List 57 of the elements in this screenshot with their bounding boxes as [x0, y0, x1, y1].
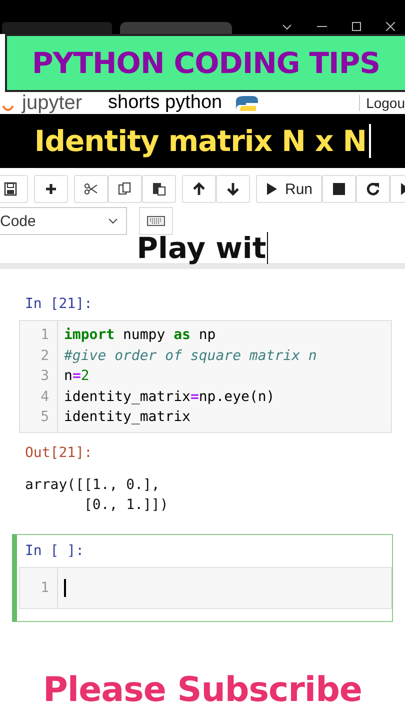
text-cursor [368, 124, 371, 158]
restart-button[interactable] [356, 175, 390, 203]
line-number: 5 [40, 408, 49, 427]
interrupt-button[interactable] [322, 175, 356, 203]
move-up-button[interactable] [182, 175, 216, 203]
logo-icon [2, 105, 14, 111]
line-number: 1 [40, 578, 49, 598]
close-icon[interactable] [386, 22, 395, 31]
insert-cell-button[interactable] [34, 175, 68, 203]
logout-button[interactable]: Logou [359, 95, 405, 111]
code-line: import numpy as np [64, 326, 217, 345]
text-cursor [64, 578, 66, 597]
caption-text: Play wit [136, 231, 266, 265]
minimize-icon[interactable] [317, 26, 327, 28]
text-cursor [267, 232, 268, 264]
input-prompt: In [21]: [24, 296, 94, 314]
paste-icon [152, 182, 166, 196]
code-line: n=2 [64, 367, 90, 386]
restart-icon [366, 182, 380, 196]
banner-text: Please Subscribe [43, 670, 362, 710]
chevron-down-icon[interactable] [282, 24, 292, 30]
arrow-down-icon [226, 182, 240, 196]
copy-icon [118, 182, 132, 196]
line-number: 1 [40, 326, 49, 345]
maximize-icon[interactable] [352, 22, 361, 31]
save-button[interactable] [0, 175, 28, 203]
code-editor[interactable]: 1 2 3 4 5 import numpy as np #give order of square matrix n n=2 identity_matrix=np.eye(n) identity_matrix [19, 320, 392, 432]
play-icon [265, 182, 279, 196]
input-prompt: In [ ]: [24, 542, 86, 560]
stop-icon [332, 182, 346, 196]
line-number: 3 [40, 367, 49, 386]
keyboard-button[interactable] [139, 207, 173, 235]
banner-text: PYTHON CODING TIPS [32, 46, 380, 80]
output-prompt: Out[21]: [24, 444, 94, 460]
save-icon [4, 182, 18, 196]
line-number: 2 [40, 346, 49, 366]
cell-type-dropdown[interactable]: Code [0, 207, 127, 235]
selected-cell[interactable]: In [ ]: 1 [12, 534, 393, 622]
keyboard-icon [147, 216, 165, 226]
line-number: 4 [40, 388, 49, 406]
logo-text[interactable]: jupyter [22, 92, 82, 114]
code-line: identity_matrix [64, 408, 192, 427]
code-line: identity_matrix=np.eye(n) [64, 388, 276, 406]
code-line: #give order of square matrix n [64, 346, 317, 366]
notebook-cell[interactable]: In [21]: 1 2 3 4 5 import numpy as np #give order of square matrix n n=2 identity_matrix=np.eye(n) identity_matrix Out[21]: array([[1., 0.], [0., 1.]]) [12, 295, 393, 516]
arrow-up-icon [192, 182, 206, 196]
paste-button[interactable] [142, 175, 176, 203]
plus-icon [44, 182, 58, 196]
banner-text: Identity matrix N x N [34, 124, 367, 158]
chevron-down-icon [108, 218, 118, 224]
run-button[interactable]: Run [256, 175, 322, 203]
output-text: array([[1., 0.], [0., 1.]]) [25, 476, 170, 514]
move-down-button[interactable] [216, 175, 250, 203]
scissors-icon [84, 182, 98, 196]
notebook-name[interactable]: shorts python [108, 94, 222, 112]
copy-button[interactable] [108, 175, 142, 203]
cut-button[interactable] [74, 175, 108, 203]
